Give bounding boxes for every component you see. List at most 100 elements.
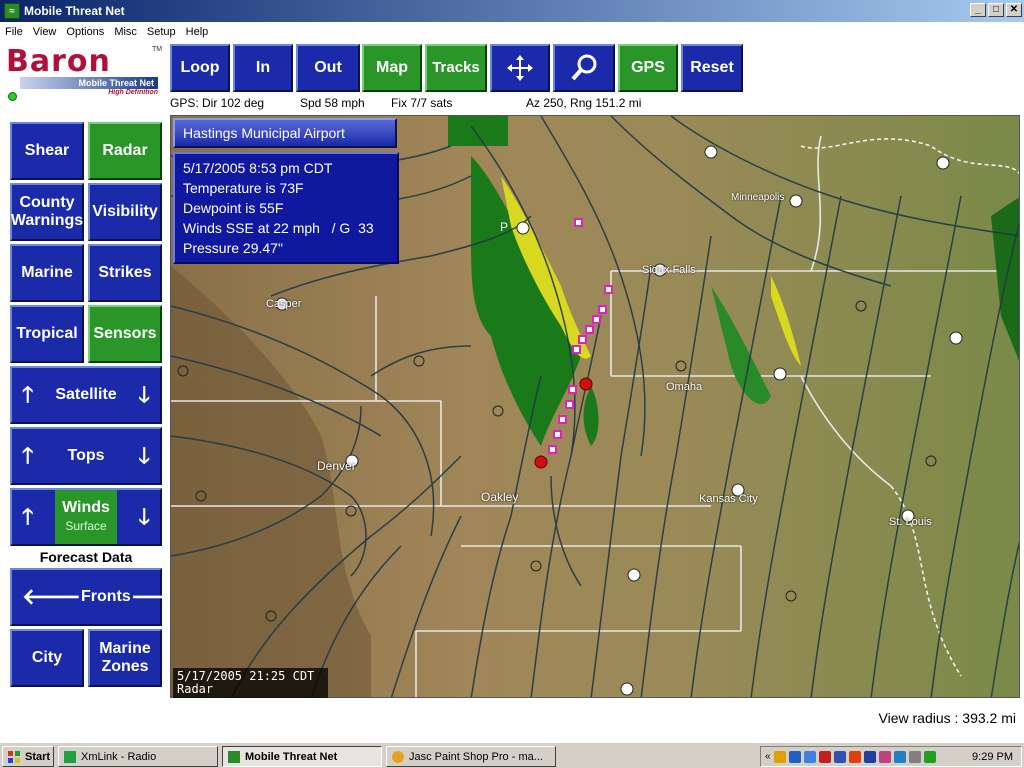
tray-signal-icon[interactable]	[923, 750, 936, 763]
logo-tagline: Mobile Threat Net	[20, 77, 158, 89]
task-xmlink[interactable]: XmLink - Radio	[58, 746, 218, 767]
pan-button[interactable]	[490, 44, 550, 92]
paint-shop-pro-icon	[392, 750, 404, 763]
winds-up-arrow-icon[interactable]: 🡑	[22, 506, 33, 528]
shear-button[interactable]: Shear	[10, 122, 84, 180]
tops-up-arrow-icon[interactable]: 🡑	[22, 445, 33, 467]
window-title: Mobile Threat Net	[24, 4, 125, 18]
tray-expand-icon[interactable]: «	[765, 751, 771, 762]
city-button[interactable]: City	[10, 629, 84, 687]
map-timestamp: 5/17/2005 21:25 CDT Radar	[173, 668, 328, 698]
menu-help[interactable]: Help	[181, 26, 214, 38]
city-label: Casper	[266, 298, 302, 310]
close-button[interactable]: ✕	[1006, 3, 1022, 17]
city-label: Denver	[317, 459, 356, 473]
mtn-icon	[228, 750, 240, 763]
strikes-button[interactable]: Strikes	[88, 244, 162, 302]
move-arrows-icon	[507, 55, 533, 81]
obs-time: 5/17/2005 8:53 pm CDT	[183, 160, 333, 176]
visibility-button[interactable]: Visibility	[88, 183, 162, 241]
city-label: Oakley	[481, 490, 519, 504]
menu-view[interactable]: View	[28, 26, 62, 38]
marine-zones-button[interactable]: Marine Zones	[88, 629, 162, 687]
reset-button[interactable]: Reset	[681, 44, 743, 92]
fronts-label[interactable]: Fronts	[81, 588, 131, 606]
minimize-button[interactable]: _	[970, 3, 986, 17]
city-label: Omaha	[666, 381, 703, 393]
sensors-button[interactable]: Sensors	[88, 305, 162, 363]
xmlink-icon	[64, 750, 76, 763]
logo-tm: TM	[152, 46, 163, 53]
gps-fix: Fix 7/7 sats	[391, 96, 453, 110]
title-bar: ≈ Mobile Threat Net _ □ ✕	[0, 0, 1024, 22]
tops-label[interactable]: Tops	[67, 447, 104, 465]
radar-button[interactable]: Radar	[88, 122, 162, 180]
view-radius: View radius : 393.2 mi	[878, 710, 1016, 726]
tops-down-arrow-icon[interactable]: 🡓	[139, 445, 150, 467]
winds-button[interactable]: Winds Surface	[55, 490, 117, 544]
city-label: Sioux Falls	[642, 264, 696, 276]
logo-subtitle: High Definition	[108, 89, 158, 96]
city-label: Kansas City	[699, 493, 758, 505]
status-led-icon	[8, 92, 17, 101]
satellite-up-arrow-icon[interactable]: 🡑	[22, 384, 33, 406]
forecast-data-heading: Forecast Data	[39, 549, 133, 565]
fronts-left-arrow-icon[interactable]: 🡐	[22, 586, 81, 608]
task-label: Jasc Paint Shop Pro - ma...	[409, 750, 543, 763]
obs-pressure: Pressure 29.47"	[183, 240, 283, 256]
tray-app-icon[interactable]	[833, 750, 846, 763]
menu-misc[interactable]: Misc	[109, 26, 142, 38]
satellite-down-arrow-icon[interactable]: 🡓	[139, 384, 150, 406]
start-label: Start	[25, 750, 51, 763]
menu-setup[interactable]: Setup	[142, 26, 181, 38]
tray-app-icon[interactable]	[803, 750, 816, 763]
winds-label: Winds	[62, 499, 110, 516]
city-label: P	[500, 220, 509, 234]
app-icon: ≈	[4, 3, 20, 19]
tray-network-icon[interactable]	[788, 750, 801, 763]
task-paint-shop-pro[interactable]: Jasc Paint Shop Pro - ma...	[386, 746, 556, 767]
gps-button[interactable]: GPS	[618, 44, 678, 92]
station-name[interactable]: Hastings Municipal Airport	[173, 118, 397, 148]
windows-logo-icon	[8, 750, 20, 763]
fronts-control: 🡐 Fronts 🡒	[10, 568, 190, 626]
task-label: Mobile Threat Net	[245, 750, 338, 763]
tracks-button[interactable]: Tracks	[425, 44, 487, 92]
city-label: Minneapolis	[731, 192, 785, 203]
tropical-button[interactable]: Tropical	[10, 305, 84, 363]
tray-app-icon[interactable]	[893, 750, 906, 763]
county-warnings-button[interactable]: County Warnings	[10, 183, 84, 241]
tray-shield-icon[interactable]	[863, 750, 876, 763]
gps-status: GPS: Dir 102 deg Spd 58 mph Fix 7/7 sats…	[170, 96, 770, 112]
obs-temperature: Temperature is 73F	[183, 180, 304, 196]
task-mobile-threat-net[interactable]: Mobile Threat Net	[222, 746, 382, 767]
tray-app-icon[interactable]	[818, 750, 831, 763]
tray-app-icon[interactable]	[848, 750, 861, 763]
maximize-button[interactable]: □	[988, 3, 1004, 17]
magnifier-icon	[571, 54, 597, 81]
obs-dewpoint: Dewpoint is 55F	[183, 200, 284, 216]
station-info-popup: Hastings Municipal Airport 5/17/2005 8:5…	[173, 118, 399, 264]
search-button[interactable]	[553, 44, 615, 92]
map-button[interactable]: Map	[362, 44, 422, 92]
menu-file[interactable]: File	[0, 26, 28, 38]
marine-button[interactable]: Marine	[10, 244, 84, 302]
taskbar: Start XmLink - Radio Mobile Threat Net J…	[0, 742, 1024, 768]
winds-down-arrow-icon[interactable]: 🡓	[139, 506, 150, 528]
map-layer: Radar	[177, 682, 214, 696]
satellite-label[interactable]: Satellite	[55, 386, 116, 404]
tray-app-icon[interactable]	[878, 750, 891, 763]
app-window: ≈ Mobile Threat Net _ □ ✕ File View Opti…	[0, 0, 1024, 742]
menu-options[interactable]: Options	[61, 26, 109, 38]
zoom-out-button[interactable]: Out	[296, 44, 360, 92]
tray-speaker-icon[interactable]	[908, 750, 921, 763]
zoom-in-button[interactable]: In	[233, 44, 293, 92]
start-button[interactable]: Start	[2, 746, 54, 767]
logo-brand: Baron	[6, 44, 111, 79]
satellite-control: 🡑 Satellite 🡓	[10, 366, 162, 424]
gps-direction: GPS: Dir 102 deg	[170, 96, 265, 110]
obs-winds: Winds SSE at 22 mph / G 33	[183, 220, 374, 236]
winds-sublabel: Surface	[65, 519, 107, 533]
loop-button[interactable]: Loop	[170, 44, 230, 92]
tray-app-icon[interactable]	[773, 750, 786, 763]
